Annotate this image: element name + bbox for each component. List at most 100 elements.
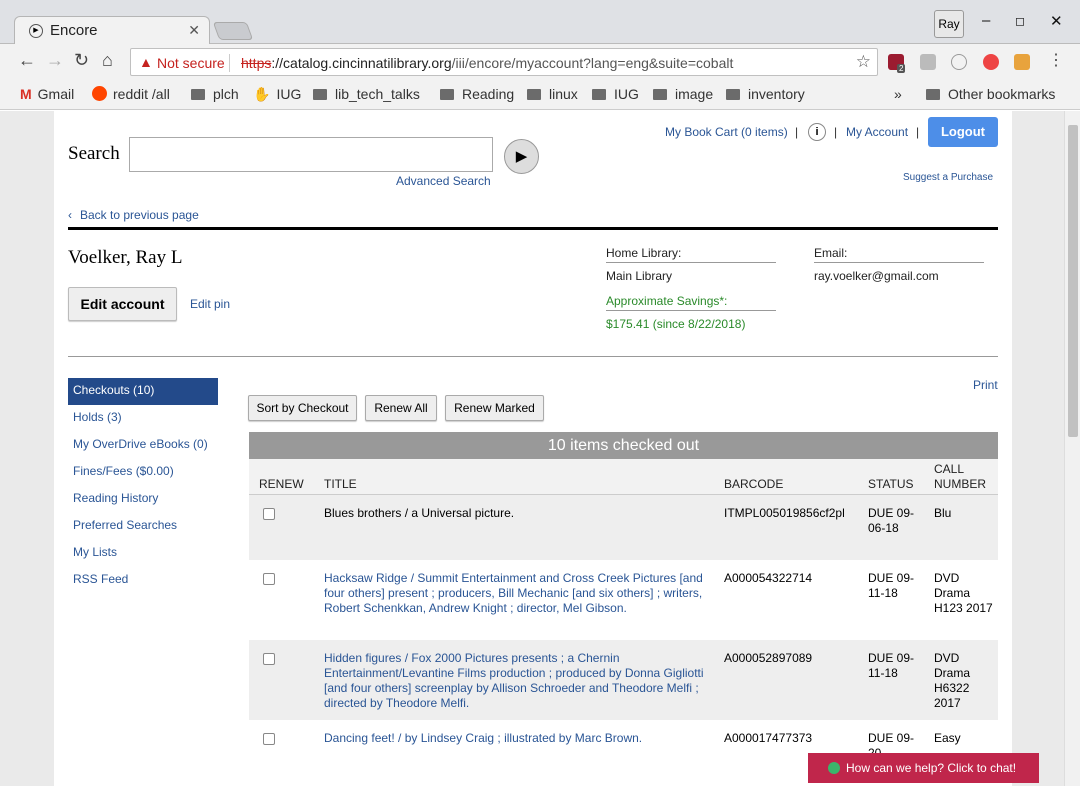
renew-checkbox[interactable] <box>263 573 275 585</box>
sidebar-item-preferred-searches[interactable]: Preferred Searches <box>68 513 218 540</box>
suggest-purchase-link[interactable]: Suggest a Purchase <box>903 172 993 183</box>
warning-icon: ▲ <box>139 54 153 70</box>
forward-arrow-icon[interactable]: → <box>46 50 64 71</box>
upload-extension-icon[interactable] <box>983 54 999 70</box>
url-path: /iii/encore/myaccount?lang=eng&suite=cob… <box>451 55 734 71</box>
search-go-button[interactable]: ▶ <box>504 139 539 174</box>
page-viewport: Search ▶ Advanced Search My Book Cart (0… <box>0 111 1080 786</box>
item-title-link[interactable]: Hidden figures / Fox 2000 Pictures prese… <box>324 651 706 711</box>
close-window-icon[interactable]: ✕ <box>1050 12 1063 30</box>
column-header-renew: RENEW <box>259 477 304 491</box>
address-bar[interactable]: ▲ Not secure https://catalog.cincinnatil… <box>130 48 878 76</box>
search-label: Search <box>68 143 120 164</box>
new-tab-button[interactable] <box>212 22 254 40</box>
browser-menu-icon[interactable]: ⋮ <box>1048 50 1064 70</box>
bookmark-inventory[interactable]: inventory <box>726 86 805 102</box>
item-status: DUE 09-11-18 <box>868 571 915 600</box>
bookmark-star-icon[interactable]: ☆ <box>856 52 871 72</box>
sidebar-item-checkouts[interactable]: Checkouts (10) <box>68 378 218 405</box>
column-header-title[interactable]: TITLE <box>324 477 357 491</box>
edit-pin-link[interactable]: Edit pin <box>190 297 230 311</box>
column-header-call-number[interactable]: CALL NUMBER <box>934 462 994 492</box>
chat-widget-button[interactable]: How can we help? Click to chat! <box>808 753 1039 783</box>
bookmarks-overflow-button[interactable]: » <box>894 86 902 102</box>
bookmark-label: IUG <box>276 86 302 102</box>
reload-icon[interactable]: ↻ <box>74 50 89 71</box>
renew-all-button[interactable]: Renew All <box>365 395 437 421</box>
renew-checkbox[interactable] <box>263 508 275 520</box>
folder-icon <box>726 89 740 100</box>
savings-value: $175.41 (since 8/22/2018) <box>606 317 746 331</box>
bookmark-plch[interactable]: plch <box>191 86 239 102</box>
folder-icon <box>440 89 454 100</box>
page-scrollbar[interactable] <box>1064 111 1080 786</box>
logout-button[interactable]: Logout <box>928 117 998 147</box>
bookmark-gmail[interactable]: M Gmail <box>20 86 74 102</box>
move-extension-icon[interactable] <box>951 54 967 70</box>
print-link[interactable]: Print <box>973 378 998 392</box>
item-title-link[interactable]: Dancing feet! / by Lindsey Craig ; illus… <box>324 731 706 746</box>
sidebar-item-holds[interactable]: Holds (3) <box>68 405 218 432</box>
minimize-icon[interactable]: – <box>982 12 990 29</box>
search-input[interactable] <box>129 137 493 172</box>
url-text: https://catalog.cincinnatilibrary.org/ii… <box>241 55 733 71</box>
bookmark-iug[interactable]: IUG <box>592 86 639 102</box>
item-call-number: Blu <box>934 506 952 520</box>
bookmark-reddit[interactable]: reddit /all <box>92 86 170 102</box>
sidebar-item-my-lists[interactable]: My Lists <box>68 540 218 567</box>
home-library-value: Main Library <box>606 269 673 283</box>
sidebar-item-fines[interactable]: Fines/Fees ($0.00) <box>68 459 218 486</box>
home-icon[interactable]: ⌂ <box>102 50 113 71</box>
info-icon[interactable]: i <box>808 123 826 141</box>
bookmark-reading[interactable]: Reading <box>440 86 514 102</box>
folder-icon <box>527 89 541 100</box>
bookmark-image[interactable]: image <box>653 86 713 102</box>
back-arrow-icon[interactable]: ← <box>18 50 36 71</box>
checkouts-table-title: 10 items checked out <box>249 432 998 459</box>
bookmark-iug-hand[interactable]: ✋ IUG <box>253 86 301 103</box>
browser-toolbar: ← → ↻ ⌂ ▲ Not secure https://catalog.cin… <box>0 44 1080 80</box>
table-row: Hacksaw Ridge / Summit Entertainment and… <box>249 560 998 640</box>
online-status-icon <box>828 762 840 774</box>
home-library-label: Home Library: <box>606 246 776 263</box>
bookmark-label: linux <box>549 86 578 102</box>
sidebar-item-overdrive[interactable]: My OverDrive eBooks (0) <box>68 432 218 459</box>
profile-button[interactable]: Ray <box>934 10 964 38</box>
bookmarks-bar: M Gmail reddit /all plch ✋ IUG lib_tech_ta… <box>0 80 1080 110</box>
patron-name: Voelker, Ray L <box>68 247 183 268</box>
sidebar-item-rss-feed[interactable]: RSS Feed <box>68 567 218 594</box>
column-header-status[interactable]: STATUS <box>868 477 914 491</box>
close-tab-icon[interactable]: ✕ <box>188 22 200 39</box>
bookmark-lib-tech-talks[interactable]: lib_tech_talks <box>313 86 420 102</box>
css-extension-icon[interactable] <box>920 54 936 70</box>
bookmark-linux[interactable]: linux <box>527 86 578 102</box>
edit-account-button[interactable]: Edit account <box>68 287 177 321</box>
folder-icon <box>592 89 606 100</box>
url-host: ://catalog.cincinnatilibrary.org <box>271 55 452 71</box>
folder-icon <box>653 89 667 100</box>
item-title-link[interactable]: Hacksaw Ridge / Summit Entertainment and… <box>324 571 706 616</box>
renew-checkbox[interactable] <box>263 653 275 665</box>
back-to-previous-page-link[interactable]: ‹ Back to previous page <box>68 208 199 222</box>
separator: | <box>916 125 920 139</box>
hand-icon: ✋ <box>253 86 271 102</box>
fox-extension-icon[interactable] <box>1014 54 1030 70</box>
other-bookmarks[interactable]: Other bookmarks <box>926 86 1055 102</box>
folder-icon <box>191 89 205 100</box>
sort-by-checkout-button[interactable]: Sort by Checkout <box>248 395 357 421</box>
advanced-search-link[interactable]: Advanced Search <box>396 174 491 188</box>
scrollbar-thumb[interactable] <box>1068 125 1078 437</box>
column-header-barcode[interactable]: BARCODE <box>724 477 783 491</box>
browser-tab-encore[interactable]: ▶ Encore ✕ <box>14 16 210 45</box>
bookmark-label: reddit /all <box>113 86 170 102</box>
account-sidebar: Checkouts (10) Holds (3) My OverDrive eB… <box>68 378 218 594</box>
renew-marked-button[interactable]: Renew Marked <box>445 395 544 421</box>
my-account-link[interactable]: My Account <box>846 125 908 139</box>
bookmark-label: lib_tech_talks <box>335 86 420 102</box>
sidebar-item-reading-history[interactable]: Reading History <box>68 486 218 513</box>
maximize-icon[interactable]: ◻ <box>1015 14 1025 28</box>
renew-checkbox[interactable] <box>263 733 275 745</box>
gmail-icon: M <box>20 86 32 102</box>
book-cart-link[interactable]: My Book Cart (0 items) <box>665 125 788 139</box>
table-row: Blues brothers / a Universal picture. IT… <box>249 495 998 560</box>
